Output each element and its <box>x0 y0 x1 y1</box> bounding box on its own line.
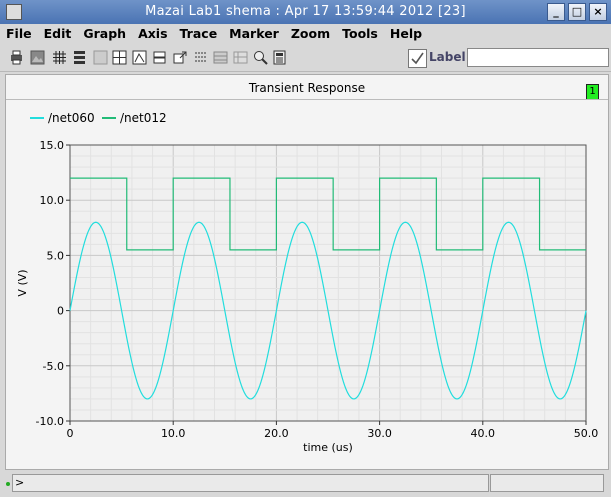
x-tick-label: 10.0 <box>161 427 186 440</box>
split-icon[interactable] <box>112 50 127 65</box>
menu-marker[interactable]: Marker <box>223 24 285 44</box>
x-tick-label: 30.0 <box>367 427 392 440</box>
x-tick-label: 20.0 <box>264 427 289 440</box>
y-tick-label: 0 <box>57 305 64 318</box>
command-line[interactable]: > <box>12 474 489 492</box>
menu-zoom[interactable]: Zoom <box>285 24 336 44</box>
y-tick-label: -10.0 <box>36 415 64 428</box>
minimize-button[interactable]: _ <box>547 3 565 21</box>
menu-graph[interactable]: Graph <box>77 24 132 44</box>
y-tick-label: 5.0 <box>47 249 65 262</box>
menu-edit[interactable]: Edit <box>38 24 78 44</box>
label-text: Label <box>429 50 466 64</box>
x-tick-label: 50.0 <box>574 427 599 440</box>
menu-file[interactable]: File <box>0 24 38 44</box>
label-checkbox[interactable] <box>408 49 427 68</box>
y-tick-label: -5.0 <box>43 360 64 373</box>
marker-list-icon[interactable] <box>193 50 208 65</box>
menubar: File Edit Graph Axis Trace Marker Zoom T… <box>0 24 611 44</box>
stack-icon[interactable] <box>72 50 87 65</box>
x-tick-label: 40.0 <box>471 427 496 440</box>
y-tick-label: 10.0 <box>40 194 65 207</box>
menu-trace[interactable]: Trace <box>174 24 224 44</box>
axes-icon[interactable] <box>132 50 147 65</box>
panel-icon[interactable] <box>93 50 108 65</box>
window-titlebar[interactable]: Mazai Lab1 shema : Apr 17 13:59:44 2012 … <box>0 0 611 24</box>
menu-tools[interactable]: Tools <box>336 24 384 44</box>
print-icon[interactable] <box>9 50 24 65</box>
calculator-icon[interactable] <box>272 50 287 65</box>
menu-help[interactable]: Help <box>384 24 428 44</box>
plot-area <box>69 144 587 422</box>
graph-panel: Transient Response 1 /net060 /net012 0 10… <box>5 74 609 470</box>
status-indicator <box>6 482 10 486</box>
y-tick-label: 15.0 <box>40 139 65 152</box>
x-tick-label: 0 <box>67 427 74 440</box>
transient-plot[interactable]: 0 10.0 20.0 30.0 40.0 50.0 -10.0 -5.0 0 5.0 10.0 15… <box>6 75 608 469</box>
maximize-button[interactable]: □ <box>568 3 586 21</box>
zoom-icon[interactable] <box>253 50 268 65</box>
layout-icon[interactable] <box>152 50 167 65</box>
marker-table-icon[interactable] <box>233 50 248 65</box>
y-axis-label: V (V) <box>16 269 29 296</box>
x-axis-label: time (us) <box>303 441 353 454</box>
status-info <box>490 474 604 492</box>
image-icon[interactable] <box>30 50 45 65</box>
close-button[interactable]: × <box>589 3 607 21</box>
label-input[interactable] <box>467 48 609 67</box>
table-icon[interactable] <box>213 50 228 65</box>
popout-icon[interactable] <box>173 50 188 65</box>
window-title: Mazai Lab1 shema : Apr 17 13:59:44 2012 … <box>145 4 466 19</box>
menu-axis[interactable]: Axis <box>132 24 173 44</box>
grid-icon[interactable] <box>52 50 67 65</box>
